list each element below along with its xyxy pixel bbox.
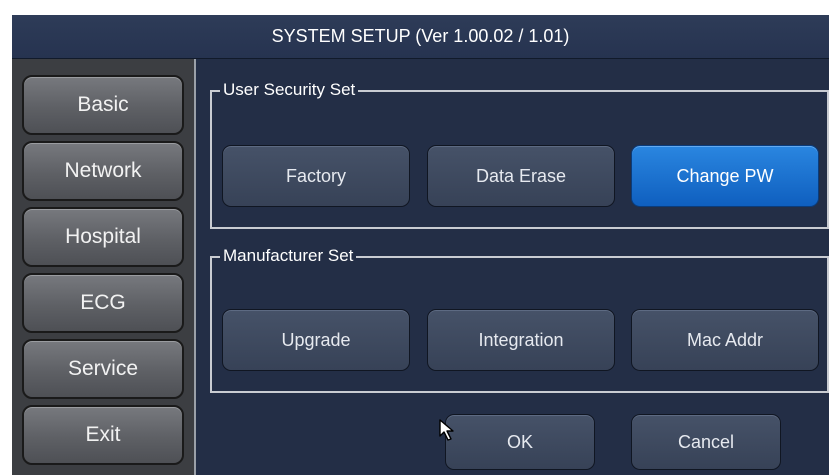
data-erase-button[interactable]: Data Erase bbox=[427, 145, 615, 207]
button-label: Cancel bbox=[677, 431, 735, 452]
sidebar-item-service[interactable]: Service bbox=[22, 339, 184, 399]
sidebar-item-label: Service bbox=[67, 357, 139, 380]
button-label: Data Erase bbox=[475, 165, 567, 186]
sidebar-item-basic[interactable]: Basic bbox=[22, 75, 184, 135]
sidebar-item-hospital[interactable]: Hospital bbox=[22, 207, 184, 267]
sidebar-item-label: Hospital bbox=[65, 225, 141, 248]
mac-addr-button[interactable]: Mac Addr bbox=[631, 309, 819, 371]
sidebar-item-label: Exit bbox=[85, 423, 121, 446]
sidebar-item-exit[interactable]: Exit bbox=[22, 405, 184, 465]
button-label: Mac Addr bbox=[686, 329, 764, 350]
button-label: Integration bbox=[478, 329, 564, 350]
cancel-button[interactable]: Cancel bbox=[631, 414, 781, 470]
ok-button[interactable]: OK bbox=[445, 414, 595, 470]
button-label: Upgrade bbox=[281, 329, 351, 350]
button-label: Factory bbox=[285, 165, 346, 186]
sidebar-item-label: ECG bbox=[80, 291, 126, 314]
change-pw-button[interactable]: Change PW bbox=[631, 145, 819, 207]
title-bar: SYSTEM SETUP (Ver 1.00.02 / 1.01) bbox=[12, 15, 829, 59]
group-title: Manufacturer Set bbox=[220, 246, 357, 266]
integration-button[interactable]: Integration bbox=[427, 309, 615, 371]
factory-button[interactable]: Factory bbox=[222, 145, 410, 207]
button-label: OK bbox=[506, 431, 533, 452]
sidebar-item-network[interactable]: Network bbox=[22, 141, 184, 201]
button-label: Change PW bbox=[676, 165, 774, 186]
group-title: User Security Set bbox=[220, 80, 359, 100]
system-setup-window: SYSTEM SETUP (Ver 1.00.02 / 1.01) Basic … bbox=[0, 0, 829, 475]
window-title: SYSTEM SETUP (Ver 1.00.02 / 1.01) bbox=[271, 26, 570, 46]
sidebar-item-label: Basic bbox=[77, 93, 129, 116]
upgrade-button[interactable]: Upgrade bbox=[222, 309, 410, 371]
sidebar: Basic Network Hospital ECG Service Exit bbox=[12, 59, 196, 475]
setup-body: Basic Network Hospital ECG Service Exit … bbox=[12, 59, 829, 475]
sidebar-item-label: Network bbox=[64, 159, 142, 182]
sidebar-item-ecg[interactable]: ECG bbox=[22, 273, 184, 333]
